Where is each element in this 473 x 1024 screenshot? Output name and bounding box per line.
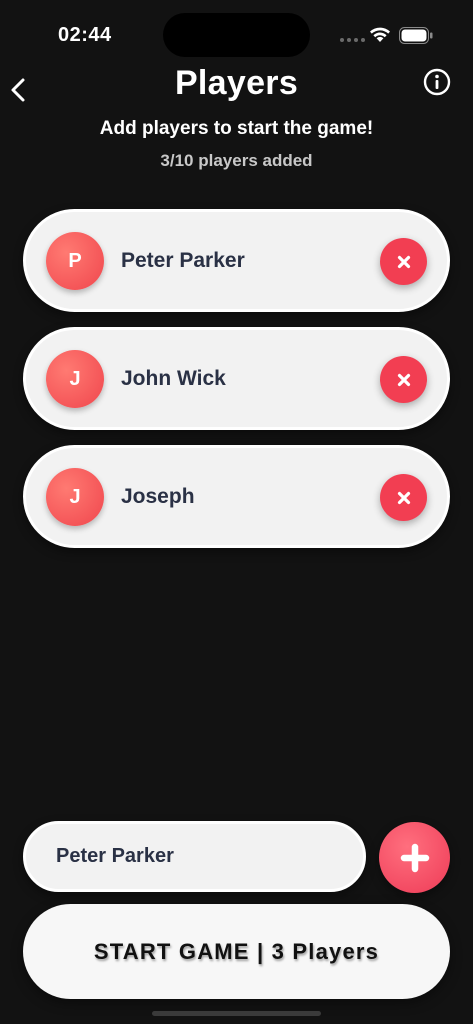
wifi-icon: [370, 27, 390, 42]
player-card: J John Wick: [23, 327, 450, 430]
remove-player-button[interactable]: [380, 474, 427, 521]
players-count: 3/10 players added: [160, 151, 313, 170]
player-avatar: J: [46, 468, 104, 526]
players-screen: 02:44 Players Add players to start the g…: [0, 0, 473, 1024]
start-game-label: START GAME | 3 Players: [93, 938, 380, 964]
home-indicator: [152, 1011, 321, 1016]
player-name: Joseph: [121, 485, 195, 508]
close-icon: [397, 491, 410, 504]
player-card: J Joseph: [23, 445, 450, 548]
add-player-button[interactable]: [379, 822, 450, 893]
page-subtitle: Add players to start the game!: [99, 118, 374, 139]
remove-player-button[interactable]: [380, 238, 427, 285]
player-name: Peter Parker: [121, 249, 245, 272]
status-time: 02:44: [58, 24, 112, 46]
remove-player-button[interactable]: [380, 356, 427, 403]
close-icon: [397, 255, 410, 268]
plus-icon: [400, 843, 429, 872]
start-game-button[interactable]: START GAME | 3 Players: [23, 904, 450, 999]
player-name: John Wick: [121, 367, 226, 390]
player-name-input[interactable]: [56, 824, 346, 889]
player-list: P Peter Parker J John Wick J Joseph: [23, 209, 450, 563]
player-name-input-container: [23, 821, 366, 892]
player-card: P Peter Parker: [23, 209, 450, 312]
dynamic-island: [163, 13, 310, 57]
battery-icon: [399, 27, 433, 44]
player-avatar: J: [46, 350, 104, 408]
page-title: Players: [174, 64, 299, 102]
player-avatar: P: [46, 232, 104, 290]
close-icon: [397, 373, 410, 386]
cellular-signal-icon: [340, 38, 365, 42]
info-icon[interactable]: [423, 68, 451, 96]
